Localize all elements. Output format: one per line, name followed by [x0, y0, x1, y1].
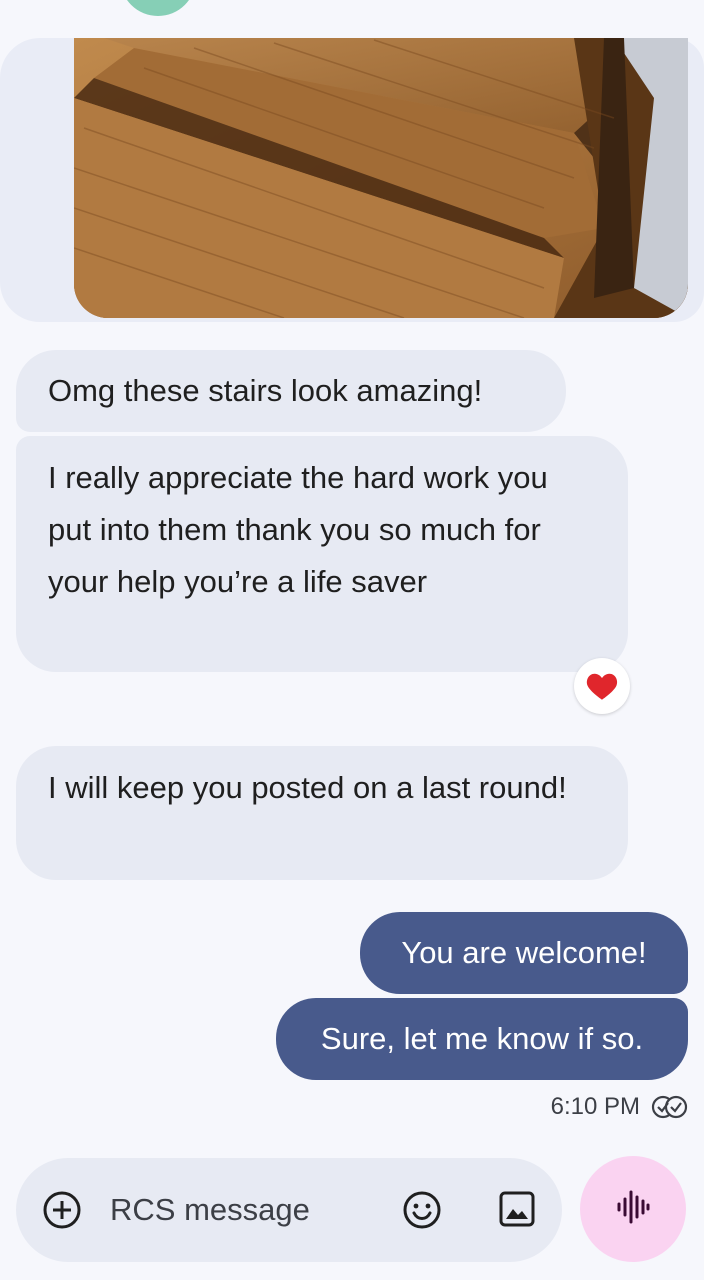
message-text: I will keep you posted on a last round!: [48, 770, 567, 805]
message-bubble-incoming[interactable]: Omg these stairs look amazing!: [16, 350, 566, 432]
contact-avatar[interactable]: [120, 0, 196, 16]
message-text: You are welcome!: [401, 935, 647, 970]
timestamp-text: 6:10 PM: [550, 1093, 640, 1120]
read-check-icon: [650, 1094, 690, 1120]
message-text: Sure, let me know if so.: [320, 1021, 644, 1056]
message-input[interactable]: [110, 1186, 370, 1234]
gallery-icon[interactable]: [498, 1190, 536, 1228]
message-bubble-incoming[interactable]: I really appreciate the hard work you pu…: [16, 436, 628, 672]
voice-message-button[interactable]: [580, 1156, 686, 1262]
emoji-icon[interactable]: [402, 1190, 442, 1230]
message-bubble-incoming[interactable]: I will keep you posted on a last round!: [16, 746, 628, 880]
message-timestamp: 6:10 PM: [470, 1090, 690, 1124]
compose-bar: [16, 1158, 562, 1262]
message-text: Omg these stairs look amazing!: [48, 373, 483, 408]
message-bubble-outgoing[interactable]: Sure, let me know if so.: [276, 998, 688, 1080]
add-circle-icon[interactable]: [42, 1190, 82, 1230]
message-text: I really appreciate the hard work you pu…: [48, 460, 548, 599]
stairs-photo[interactable]: [74, 38, 688, 318]
voice-waveform-icon: [613, 1187, 653, 1232]
message-bubble-outgoing[interactable]: You are welcome!: [360, 912, 688, 994]
heart-reaction-icon[interactable]: [574, 658, 630, 714]
